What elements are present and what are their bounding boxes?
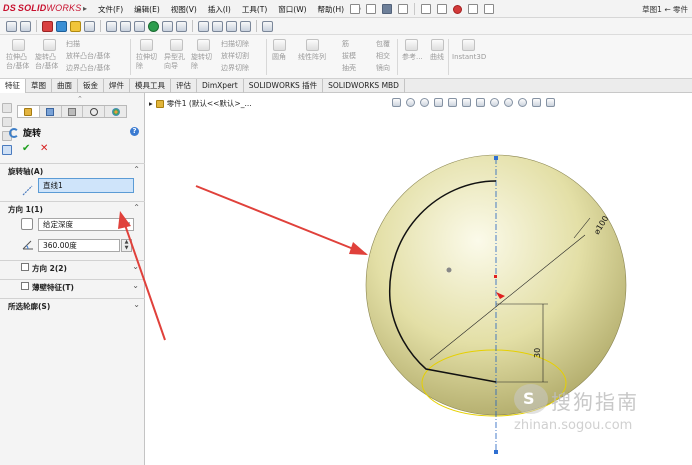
cursor-marker-icon — [446, 267, 452, 273]
axis-bottom-handle[interactable] — [494, 450, 498, 454]
annotation-arrowhead-1 — [349, 242, 368, 255]
watermark-title: 搜狗指南 — [551, 390, 639, 414]
annotation-arrow-2 — [123, 221, 166, 341]
sogou-logo-icon: S — [514, 384, 548, 414]
annotation-arrow-1 — [195, 185, 367, 255]
watermark-url: zhinan.sogou.com — [514, 418, 633, 433]
sketch-point[interactable] — [494, 275, 497, 278]
height-dimension-label[interactable]: 30 — [533, 348, 542, 358]
axis-top-handle[interactable] — [494, 156, 498, 160]
annotation-arrowhead-2 — [118, 211, 131, 229]
